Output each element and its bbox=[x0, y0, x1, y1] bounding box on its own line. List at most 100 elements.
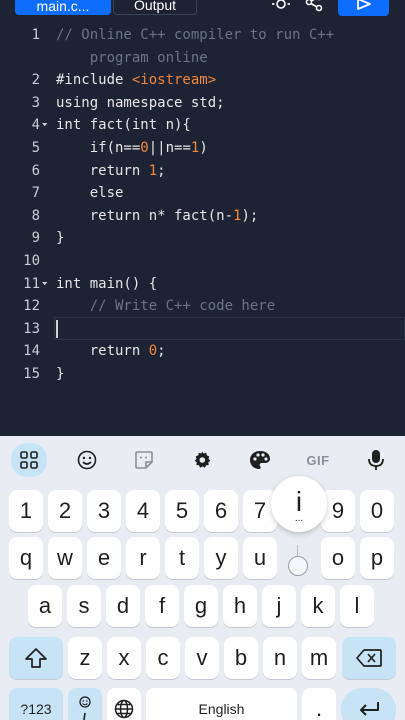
code-line[interactable]: 11 ▼ int main() { bbox=[0, 273, 405, 295]
line-number: 11 bbox=[23, 275, 40, 292]
code-text: // Online C++ compiler to run C++ bbox=[56, 27, 334, 43]
key-b[interactable]: b bbox=[224, 637, 258, 679]
key-n[interactable]: n bbox=[263, 637, 297, 679]
key-0[interactable]: 0 bbox=[360, 490, 394, 532]
code-line[interactable]: 12 // Write C++ code here bbox=[0, 295, 405, 317]
key-x[interactable]: x bbox=[107, 637, 141, 679]
enter-key[interactable] bbox=[341, 688, 396, 720]
code-line[interactable]: 3 using namespace std; bbox=[0, 92, 405, 114]
code-text: int fact(int n){ bbox=[56, 117, 191, 133]
key-o[interactable]: o bbox=[321, 537, 355, 579]
code-token: ) bbox=[199, 140, 208, 156]
share-icon[interactable] bbox=[303, 0, 325, 14]
key-f[interactable]: f bbox=[145, 585, 179, 627]
key-label: English bbox=[198, 701, 245, 717]
key-label: 1 bbox=[19, 498, 33, 523]
key-label: p bbox=[370, 545, 384, 570]
code-line[interactable]: 10 bbox=[0, 250, 405, 272]
key-l[interactable]: l bbox=[340, 585, 374, 627]
key-4[interactable]: 4 bbox=[126, 490, 160, 532]
key-s[interactable]: s bbox=[67, 585, 101, 627]
emoji-key[interactable] bbox=[68, 688, 102, 720]
key-u[interactable]: u bbox=[243, 537, 277, 579]
key-6[interactable]: 6 bbox=[204, 490, 238, 532]
backspace-key[interactable] bbox=[342, 637, 396, 679]
settings-gear-icon[interactable] bbox=[185, 444, 219, 476]
key-p[interactable]: p bbox=[360, 537, 394, 579]
apps-grid-icon[interactable] bbox=[11, 443, 47, 477]
symbols-key[interactable]: ?123 bbox=[9, 688, 63, 720]
code-line[interactable]: program online bbox=[0, 47, 405, 69]
key-label: f bbox=[158, 593, 166, 618]
code-line[interactable]: 13 bbox=[0, 318, 405, 340]
key-r[interactable]: r bbox=[126, 537, 160, 579]
line-number: 9 bbox=[31, 230, 40, 247]
key-5[interactable]: 5 bbox=[165, 490, 199, 532]
on-screen-keyboard: GIF 123456790qwertyuiopasdfghjklzxcvbnm?… bbox=[0, 436, 405, 720]
key-t[interactable]: t bbox=[165, 537, 199, 579]
run-button[interactable] bbox=[338, 0, 389, 16]
key-3[interactable]: 3 bbox=[87, 490, 121, 532]
code-text: // Write C++ code here bbox=[56, 298, 275, 314]
key-label: e bbox=[97, 545, 111, 570]
code-token: ; bbox=[157, 343, 166, 360]
code-number: 0 bbox=[148, 343, 158, 360]
globe-key[interactable] bbox=[107, 688, 141, 720]
code-token: ); bbox=[241, 207, 259, 224]
shift-key[interactable] bbox=[9, 637, 63, 679]
code-token: #include bbox=[56, 72, 132, 89]
key-2[interactable]: 2 bbox=[48, 490, 82, 532]
emoji-comma-icon bbox=[79, 696, 91, 720]
code-text: else bbox=[56, 185, 124, 201]
code-line[interactable]: 1 // Online C++ compiler to run C++ bbox=[0, 24, 405, 46]
period-key[interactable]: . bbox=[302, 688, 336, 720]
key-v[interactable]: v bbox=[185, 637, 219, 679]
code-line[interactable]: 15} bbox=[0, 363, 405, 385]
file-tab[interactable]: main.c... bbox=[15, 0, 111, 15]
key-label: 9 bbox=[331, 498, 345, 523]
line-number: 1 bbox=[31, 27, 40, 43]
key-label: g bbox=[194, 593, 208, 618]
code-line[interactable]: 14 return 0; bbox=[0, 340, 405, 362]
code-line[interactable]: 5 if(n==0||n==1) bbox=[0, 137, 405, 159]
sun-icon[interactable] bbox=[270, 0, 292, 14]
key-c[interactable]: c bbox=[146, 637, 180, 679]
microphone-icon[interactable] bbox=[359, 444, 393, 476]
key-e[interactable]: e bbox=[87, 537, 121, 579]
code-line[interactable]: 7 else bbox=[0, 182, 405, 204]
code-line[interactable]: 8 return n* fact(n-1); bbox=[0, 205, 405, 227]
code-number: 0 bbox=[140, 140, 149, 156]
key-j[interactable]: j bbox=[262, 585, 296, 627]
space-key[interactable]: English bbox=[146, 688, 297, 720]
code-editor[interactable]: 1 // Online C++ compiler to run C++ progr… bbox=[0, 17, 405, 436]
key-label: o bbox=[331, 545, 345, 570]
key-g[interactable]: g bbox=[184, 585, 218, 627]
sticker-icon[interactable] bbox=[127, 444, 161, 476]
key-m[interactable]: m bbox=[302, 637, 336, 679]
key-k[interactable]: k bbox=[301, 585, 335, 627]
output-tab[interactable]: Output bbox=[113, 0, 197, 15]
code-line[interactable]: 6 return 1; bbox=[0, 160, 405, 182]
key-label: d bbox=[116, 593, 130, 618]
key-label: u bbox=[253, 545, 267, 570]
key-1[interactable]: 1 bbox=[9, 490, 43, 532]
palette-icon[interactable] bbox=[243, 444, 277, 476]
code-line[interactable]: 2 #include <iostream> bbox=[0, 69, 405, 91]
key-y[interactable]: y bbox=[204, 537, 238, 579]
shift-arrow-icon bbox=[25, 648, 47, 668]
fold-chevron-icon[interactable]: ▼ bbox=[42, 281, 47, 287]
emoji-icon[interactable] bbox=[70, 444, 104, 476]
key-h[interactable]: h bbox=[223, 585, 257, 627]
gif-icon[interactable]: GIF bbox=[301, 444, 335, 476]
key-label: a bbox=[38, 593, 52, 618]
code-text: using namespace std; bbox=[56, 95, 225, 111]
key-w[interactable]: w bbox=[48, 537, 82, 579]
key-d[interactable]: d bbox=[106, 585, 140, 627]
key-q[interactable]: q bbox=[9, 537, 43, 579]
code-line[interactable]: 4 ▼ int fact(int n){ bbox=[0, 114, 405, 136]
key-z[interactable]: z bbox=[68, 637, 102, 679]
key-a[interactable]: a bbox=[28, 585, 62, 627]
code-line[interactable]: 9} bbox=[0, 227, 405, 249]
touch-indicator bbox=[288, 556, 308, 576]
fold-chevron-icon[interactable]: ▼ bbox=[42, 122, 47, 128]
